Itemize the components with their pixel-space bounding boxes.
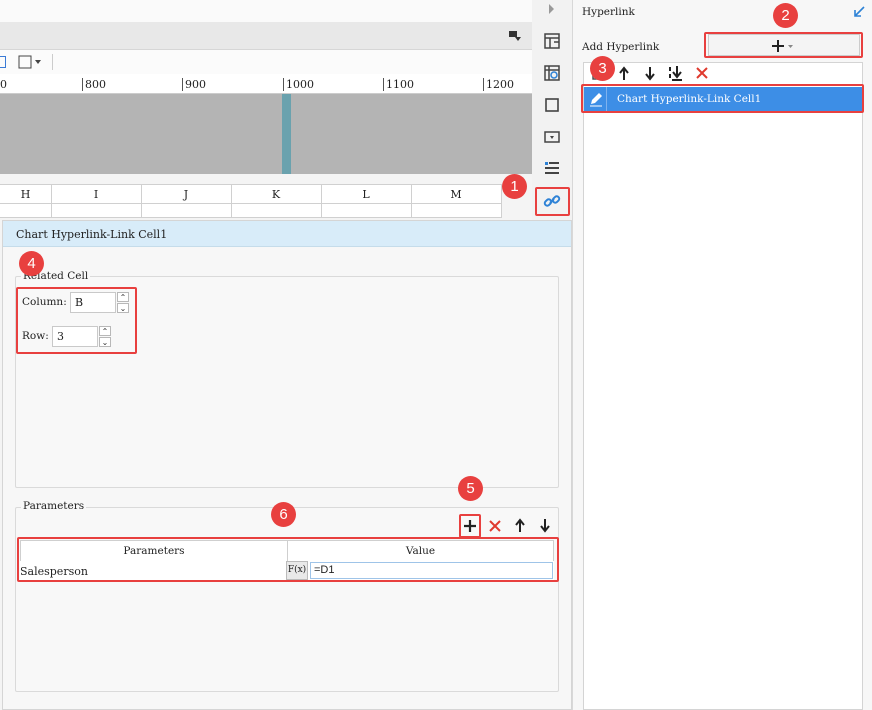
sheet-row [0,204,502,218]
delete-parameter-icon[interactable] [488,519,502,533]
step-badge: 1 [502,174,527,199]
column-header[interactable]: I [51,185,142,204]
column-header[interactable]: J [141,185,232,204]
format-toolbar [0,50,532,74]
column-header[interactable]: L [321,185,412,204]
ruler: 0 800 900 1000 1100 1200 [0,74,532,94]
step-badge: 4 [19,251,44,276]
collapse-arrow-icon[interactable] [547,3,555,15]
widget-icon[interactable] [540,126,564,148]
parameters-table-empty [20,582,554,686]
ruler-tick: 0 [0,78,7,91]
sheet-cell[interactable] [231,204,322,218]
add-hyperlink-label: Add Hyperlink [582,41,660,53]
chart-canvas[interactable] [0,94,532,174]
sheet-cell[interactable] [321,204,412,218]
sheet-cell[interactable] [51,204,142,218]
hyperlink-editor-title: Chart Hyperlink-Link Cell1 [3,221,571,247]
panel-title: Hyperlink [582,6,635,18]
cell-attributes-icon[interactable] [540,62,564,84]
column-header[interactable]: M [411,185,502,204]
editor-toolbar [0,22,532,50]
move-up-icon[interactable] [618,66,630,81]
highlight-box-related-cell [16,287,137,354]
step-badge: 5 [458,476,483,501]
layout-icon[interactable] [540,30,564,52]
delete-icon[interactable] [695,66,709,80]
dock-icon[interactable] [508,30,522,42]
ruler-tick: 1100 [383,78,414,91]
move-down-parameter-icon[interactable] [539,518,551,533]
move-down-icon[interactable] [644,66,656,81]
align-icon[interactable] [0,56,6,68]
expand-icon[interactable] [853,6,865,18]
column-header[interactable]: H [0,185,52,204]
ruler-tick: 1200 [483,78,514,91]
column-headers: H I J K L M [0,184,502,204]
step-badge: 3 [590,56,615,81]
ruler-tick: 900 [182,78,206,91]
highlight-box-add-hyperlink [704,32,863,58]
step-badge: 2 [773,3,798,28]
parameters-label: Parameters [21,500,87,512]
sheet-cell[interactable] [411,204,502,218]
column-header[interactable]: K [231,185,322,204]
ruler-tick: 800 [82,78,106,91]
editor-top-bar [0,0,532,22]
highlight-box-add-parameter [459,514,481,538]
sheet-cell[interactable] [0,204,52,218]
highlight-box-hyperlink-icon [535,187,570,216]
move-up-parameter-icon[interactable] [514,518,526,533]
hyperlink-list [583,84,863,710]
highlight-box-parameters-table [17,537,559,582]
chart-selection-marker [282,94,291,174]
move-bottom-icon[interactable] [668,65,684,81]
step-badge: 6 [271,502,296,527]
border-icon[interactable] [540,94,564,116]
ruler-tick: 1000 [283,78,314,91]
conditional-icon[interactable] [540,158,564,180]
border-style-icon[interactable] [18,55,44,69]
toolbar-divider [52,54,53,70]
highlight-box-list-item [581,84,864,113]
sheet-cell[interactable] [141,204,232,218]
